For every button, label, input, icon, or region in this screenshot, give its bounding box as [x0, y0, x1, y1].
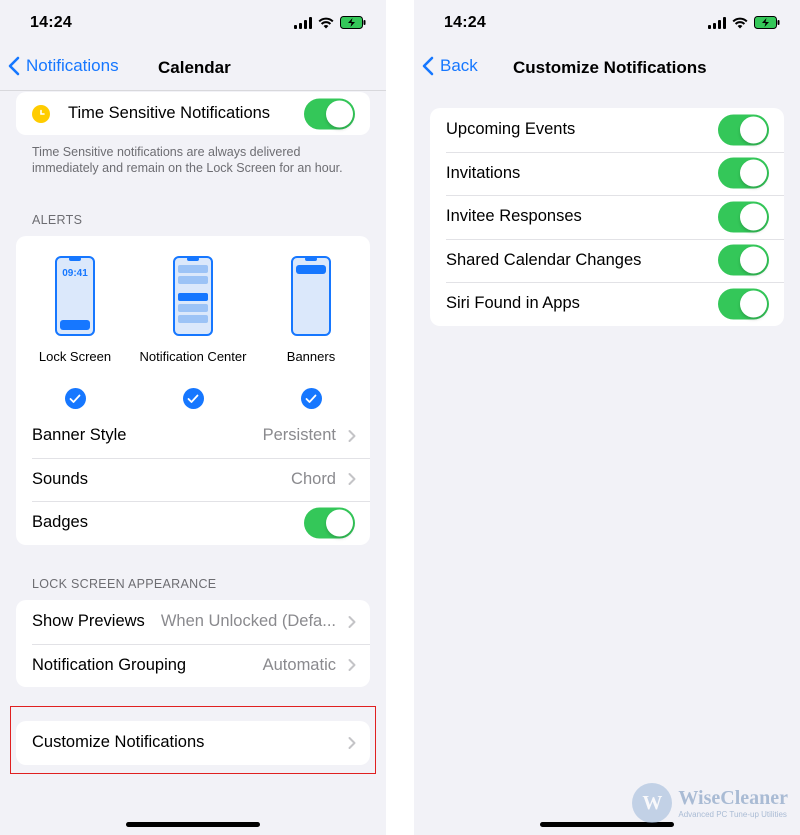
sounds-row[interactable]: Sounds Chord: [16, 457, 370, 502]
banner-style-value: Persistent: [262, 426, 336, 445]
home-indicator: [126, 822, 260, 827]
watermark-text: WiseCleaner Advanced PC Tune-up Utilitie…: [678, 787, 788, 819]
lock-screen-preview-icon: 09:41: [55, 256, 95, 336]
battery-charging-icon: [340, 16, 366, 29]
lock-screen-appearance-header: LOCK SCREEN APPEARANCE: [32, 577, 217, 591]
siri-found-in-apps-toggle[interactable]: [718, 288, 769, 320]
option-label: Upcoming Events: [446, 120, 576, 139]
option-row-shared-calendar-changes: Shared Calendar Changes: [430, 238, 784, 283]
option-label: Siri Found in Apps: [446, 294, 580, 313]
banners-preview-icon: [291, 256, 331, 336]
back-button-label: Back: [440, 56, 478, 75]
option-label: Invitee Responses: [446, 207, 582, 226]
show-previews-label: Show Previews: [32, 612, 145, 631]
alerts-header: ALERTS: [32, 213, 83, 227]
badges-label: Badges: [32, 513, 88, 532]
banner-style-label: Banner Style: [32, 426, 127, 445]
status-time: 14:24: [444, 14, 486, 31]
sounds-label: Sounds: [32, 469, 88, 488]
shared-calendar-changes-toggle[interactable]: [718, 244, 769, 276]
option-row-invitee-responses: Invitee Responses: [430, 195, 784, 239]
chevron-left-icon: [422, 56, 434, 76]
back-button[interactable]: Notifications: [8, 56, 119, 76]
option-row-invitations: Invitations: [430, 151, 784, 196]
alert-styles: 09:41 Lock Screen Notification Center Ba…: [16, 236, 370, 414]
notification-center-checkmark-icon[interactable]: [182, 388, 204, 409]
badges-toggle[interactable]: [304, 507, 355, 539]
page-title: Calendar: [158, 58, 231, 77]
status-bar: 14:24: [0, 0, 386, 48]
status-bar: 14:24: [414, 0, 800, 48]
watermark-name: WiseCleaner: [678, 787, 788, 809]
sounds-value: Chord: [291, 469, 336, 488]
nav-divider: [0, 90, 386, 91]
chevron-right-icon: [348, 473, 356, 486]
upcoming-events-toggle[interactable]: [718, 114, 769, 146]
highlight-box: [10, 706, 376, 774]
customize-notifications-screen: 14:24 Back Customize Notifications Upcom…: [414, 0, 800, 835]
alerts-group: 09:41 Lock Screen Notification Center Ba…: [16, 236, 370, 545]
chevron-left-icon: [8, 56, 20, 76]
option-row-siri-found-in-apps: Siri Found in Apps: [430, 282, 784, 326]
lock-screen-group: Show Previews When Unlocked (Defa... Not…: [16, 600, 370, 687]
wisecleaner-logo-icon: W: [632, 783, 673, 823]
option-label: Invitations: [446, 163, 521, 182]
watermark-logo-letter: W: [642, 791, 663, 814]
alert-style-banners[interactable]: Banners: [264, 256, 358, 409]
time-sensitive-row: Time Sensitive Notifications: [16, 92, 370, 135]
notification-grouping-row[interactable]: Notification Grouping Automatic: [16, 643, 370, 688]
alert-label-notification-center: Notification Center: [139, 349, 247, 364]
badges-row: Badges: [16, 501, 370, 545]
back-button-label: Notifications: [26, 56, 119, 75]
notification-center-preview-icon: [173, 256, 213, 336]
lock-screen-checkmark-icon[interactable]: [64, 388, 86, 409]
time-sensitive-toggle[interactable]: [304, 98, 355, 129]
chevron-right-icon: [348, 659, 356, 672]
navigation-bar: Back Customize Notifications: [414, 48, 800, 90]
clock-icon: [32, 104, 50, 123]
time-sensitive-label: Time Sensitive Notifications: [68, 104, 271, 122]
status-icons: [708, 16, 780, 29]
wifi-icon: [318, 17, 334, 28]
alert-style-lock-screen[interactable]: 09:41 Lock Screen: [28, 256, 122, 409]
page-title: Customize Notifications: [513, 58, 707, 77]
notification-grouping-value: Automatic: [262, 655, 336, 674]
notification-grouping-label: Notification Grouping: [32, 655, 187, 674]
option-label: Shared Calendar Changes: [446, 250, 642, 269]
watermark: W WiseCleaner Advanced PC Tune-up Utilit…: [632, 783, 788, 823]
option-row-upcoming-events: Upcoming Events: [430, 108, 784, 152]
time-sensitive-footnote: Time Sensitive notifications are always …: [32, 145, 343, 175]
lock-screen-preview-time: 09:41: [62, 268, 88, 279]
alert-label-lock-screen: Lock Screen: [38, 349, 112, 364]
invitations-toggle[interactable]: [718, 157, 769, 189]
time-sensitive-group: Time Sensitive Notifications: [16, 92, 370, 135]
chevron-right-icon: [348, 429, 356, 442]
customize-options-group: Upcoming Events Invitations Invitee Resp…: [430, 108, 784, 326]
banner-style-row[interactable]: Banner Style Persistent: [16, 414, 370, 458]
wifi-icon: [732, 17, 748, 28]
cellular-signal-icon: [708, 16, 726, 29]
status-icons: [294, 16, 366, 29]
banners-checkmark-icon[interactable]: [300, 388, 322, 409]
alert-label-banners: Banners: [286, 349, 336, 364]
back-button[interactable]: Back: [422, 56, 478, 76]
status-time: 14:24: [30, 14, 72, 31]
watermark-tagline: Advanced PC Tune-up Utilities: [678, 810, 787, 819]
cellular-signal-icon: [294, 16, 312, 29]
navigation-bar: Notifications Calendar: [0, 48, 386, 90]
show-previews-value: When Unlocked (Defa...: [160, 612, 336, 631]
chevron-right-icon: [348, 615, 356, 628]
alert-style-notification-center[interactable]: Notification Center: [134, 256, 252, 409]
battery-charging-icon: [754, 16, 780, 29]
show-previews-row[interactable]: Show Previews When Unlocked (Defa...: [16, 600, 370, 644]
invitee-responses-toggle[interactable]: [718, 201, 769, 233]
